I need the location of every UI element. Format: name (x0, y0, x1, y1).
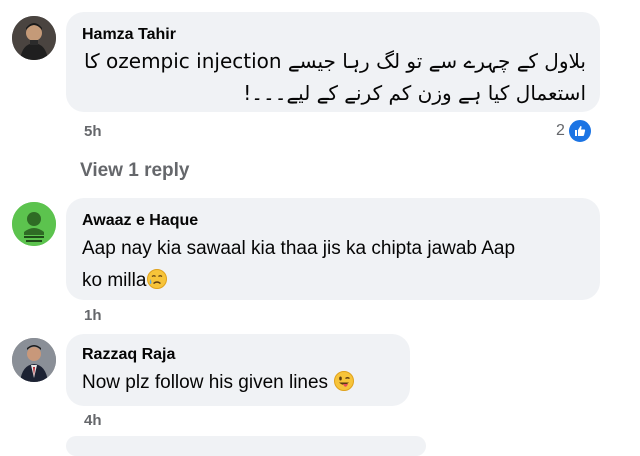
reaction-summary[interactable]: 2 (556, 118, 593, 144)
comment-author[interactable]: Hamza Tahir (82, 26, 176, 44)
comment-text: ko milla (82, 270, 147, 291)
profile-photo-icon (12, 338, 56, 382)
comment-bubble-partial (66, 436, 426, 456)
comment-text-line: Aap nay kia sawaal kia thaa jis ka chipt… (82, 238, 516, 259)
reaction-count: 2 (556, 122, 565, 139)
comment-text-line-with-emoji: ko milla (82, 266, 168, 296)
comment-text-line: بلاول کے چہرے سے تو لگ رہا جیسے ozempic … (84, 49, 586, 73)
avatar-razzaq-raja[interactable] (12, 338, 56, 382)
comment-text-line: استعمال کیا ہے وزن کم کرنے کے لیے۔۔۔! (243, 81, 586, 105)
avatar-hamza-tahir[interactable] (12, 16, 56, 60)
crying-face-icon (146, 268, 168, 290)
thumbs-up-icon (566, 118, 593, 144)
comment-author[interactable]: Awaaz e Haque (82, 212, 198, 230)
profile-photo-icon (12, 16, 56, 60)
comment-timestamp[interactable]: 4h (84, 412, 102, 429)
winking-tongue-face-icon (333, 370, 355, 392)
comment-text-line-with-emoji: Now plz follow his given lines (82, 368, 355, 398)
comment-text: Now plz follow his given lines (82, 372, 329, 393)
avatar-awaaz-e-haque[interactable] (12, 202, 56, 246)
view-replies-link[interactable]: View 1 reply (80, 160, 190, 182)
comment-timestamp[interactable]: 5h (84, 123, 102, 140)
comment-timestamp[interactable]: 1h (84, 307, 102, 324)
comment-author[interactable]: Razzaq Raja (82, 346, 175, 364)
profile-photo-icon (12, 202, 56, 246)
